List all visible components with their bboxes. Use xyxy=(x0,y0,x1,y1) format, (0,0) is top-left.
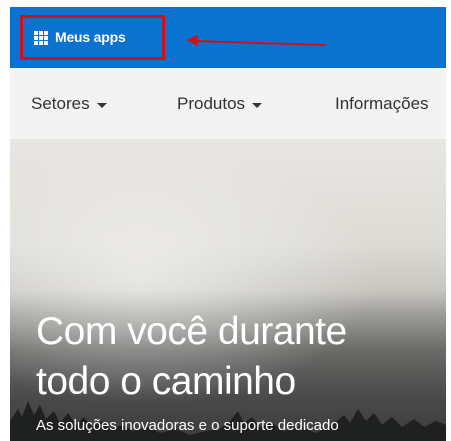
caret-down-icon xyxy=(252,102,263,108)
nav-item-produtos[interactable]: Produtos xyxy=(177,94,263,114)
nav-item-label: Informações xyxy=(335,94,429,113)
hero-title-line-1: Com você durante xyxy=(36,310,347,353)
hero-banner: Com você durante todo o caminho As soluç… xyxy=(10,139,446,441)
caret-down-icon xyxy=(96,102,107,108)
hero-title: Com você durante todo o caminho xyxy=(36,307,347,407)
app-grid-icon xyxy=(34,31,48,45)
hero-subtitle: As soluções inovadoras e o suporte dedic… xyxy=(36,417,339,434)
hero-title-line-2: todo o caminho xyxy=(36,360,296,403)
my-apps-label: Meus apps xyxy=(55,29,126,45)
main-nav: Setores Produtos Informações xyxy=(10,68,446,139)
top-bar: Meus apps xyxy=(10,7,446,68)
nav-item-label: Setores xyxy=(31,94,90,113)
nav-item-setores[interactable]: Setores xyxy=(31,94,107,114)
nav-item-label: Produtos xyxy=(177,94,246,113)
annotation-arrow xyxy=(186,35,326,46)
my-apps-button[interactable]: Meus apps xyxy=(20,15,165,60)
nav-item-informacoes[interactable]: Informações xyxy=(335,94,429,114)
